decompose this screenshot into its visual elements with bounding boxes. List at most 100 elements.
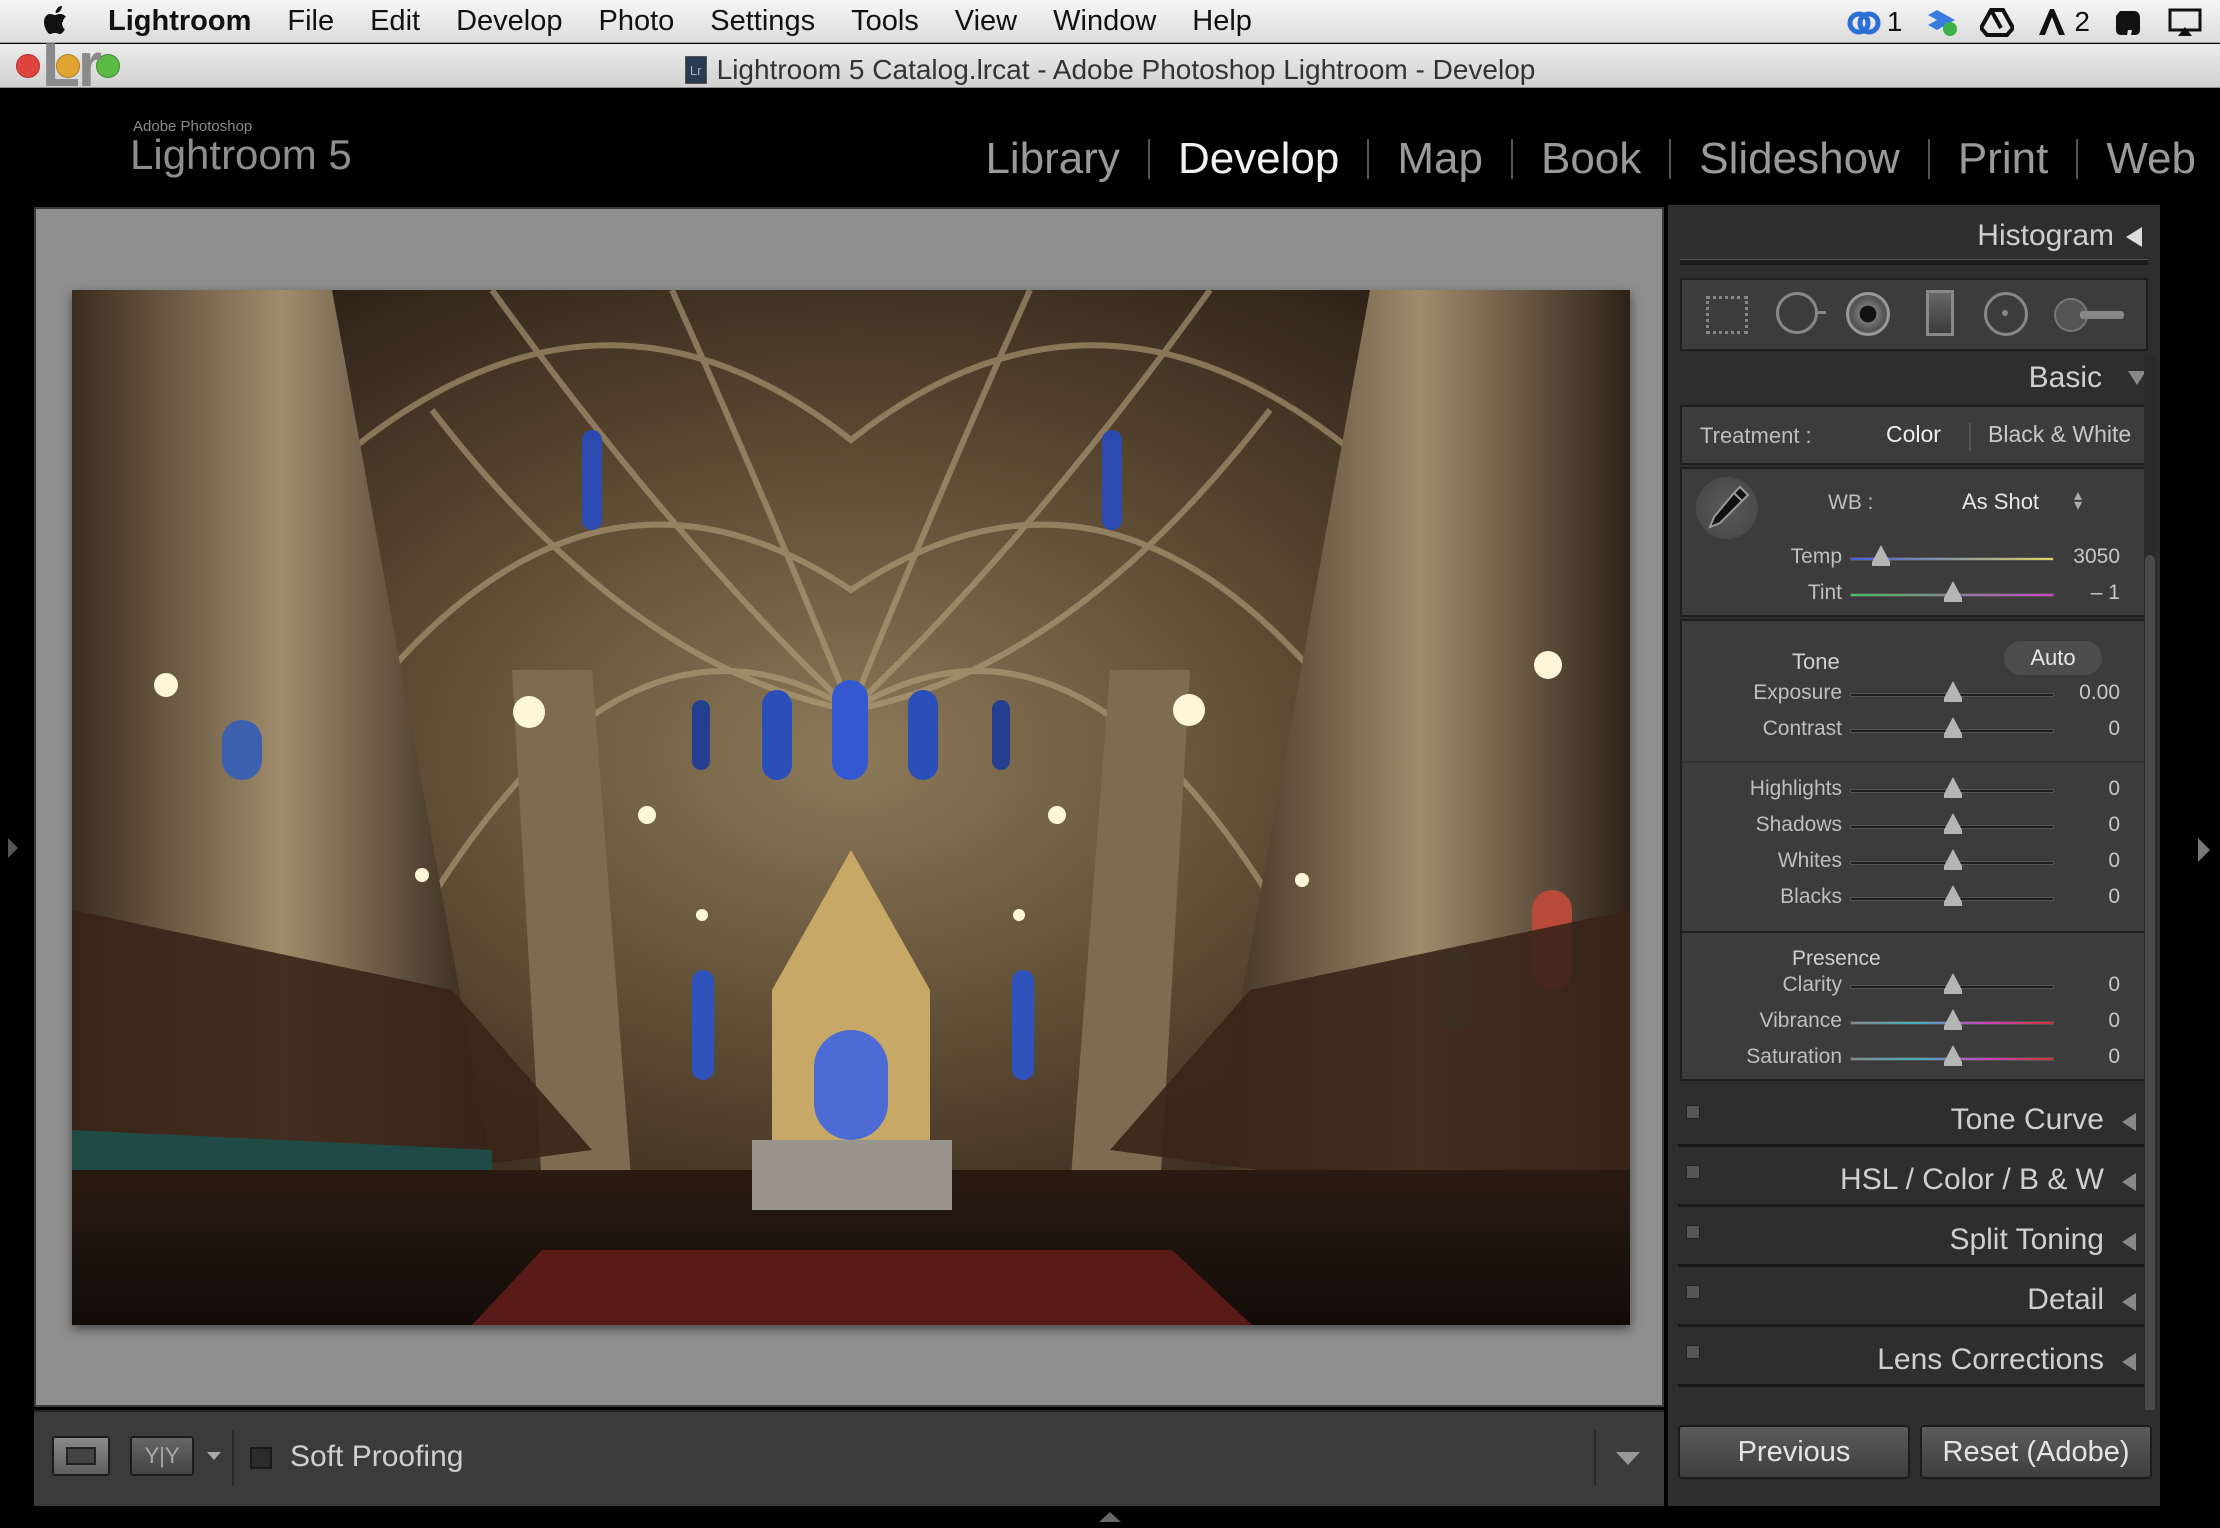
panel-toggle-switch[interactable] (1686, 1345, 1700, 1359)
exposure-value[interactable]: 0.00 (2040, 681, 2120, 705)
clarity-value[interactable]: 0 (2040, 973, 2120, 997)
contrast-slider[interactable] (1850, 717, 2054, 738)
shadows-slider-thumb[interactable] (1944, 813, 1962, 834)
vibrance-value[interactable]: 0 (2040, 1009, 2120, 1033)
panel-toggle-switch[interactable] (1686, 1225, 1700, 1239)
menu-help[interactable]: Help (1192, 5, 1252, 38)
toolbar-content-dropdown-icon[interactable] (1616, 1452, 1640, 1465)
dropbox-sync-icon[interactable] (1924, 7, 1958, 37)
airplay-icon[interactable] (2168, 7, 2202, 37)
menu-window[interactable]: Window (1053, 5, 1156, 38)
vibrance-slider[interactable] (1850, 1009, 2054, 1030)
menu-tools[interactable]: Tools (851, 5, 919, 38)
module-slideshow[interactable]: Slideshow (1671, 134, 1928, 184)
wb-eyedropper-icon[interactable] (1696, 477, 1758, 539)
highlights-slider[interactable] (1850, 777, 2054, 798)
wb-preset-select[interactable]: As Shot (1962, 489, 2039, 515)
before-after-view-button[interactable]: Y|Y (130, 1436, 194, 1476)
contrast-slider-thumb[interactable] (1944, 717, 1962, 738)
tone-auto-button[interactable]: Auto (2004, 641, 2102, 675)
menu-app[interactable]: Lightroom (108, 5, 251, 38)
temp-slider[interactable] (1850, 545, 2054, 566)
highlights-slider-thumb[interactable] (1944, 777, 1962, 798)
google-drive-icon[interactable] (1980, 7, 2015, 37)
graduated-filter-tool-icon[interactable] (1926, 290, 1954, 336)
hsl-panel-header[interactable]: HSL / Color / B & W (1678, 1155, 2148, 1207)
photo-preview[interactable] (72, 290, 1630, 1325)
menu-develop[interactable]: Develop (456, 5, 562, 38)
saturation-value[interactable]: 0 (2040, 1045, 2120, 1069)
exposure-slider-thumb[interactable] (1944, 681, 1962, 702)
panel-scrollbar[interactable] (2144, 355, 2156, 1495)
left-panel-toggle-icon[interactable] (8, 838, 18, 858)
panel-toggle-switch[interactable] (1686, 1285, 1700, 1299)
whites-value[interactable]: 0 (2040, 849, 2120, 873)
panel-scrollbar-thumb[interactable] (2145, 555, 2155, 1485)
menu-view[interactable]: View (955, 5, 1017, 38)
reset-button[interactable]: Reset (Adobe) (1920, 1425, 2152, 1479)
expand-icon[interactable] (2122, 1293, 2136, 1311)
adobe-app-icon[interactable]: 2 (2036, 6, 2090, 38)
vibrance-slider-thumb[interactable] (1944, 1009, 1962, 1030)
module-book[interactable]: Book (1513, 134, 1669, 184)
whites-slider-thumb[interactable] (1944, 849, 1962, 870)
tint-slider-thumb[interactable] (1944, 581, 1962, 602)
highlights-value[interactable]: 0 (2040, 777, 2120, 801)
menu-file[interactable]: File (287, 5, 334, 38)
lens-corrections-panel-header[interactable]: Lens Corrections (1678, 1335, 2148, 1387)
module-library[interactable]: Library (957, 134, 1148, 184)
expand-icon[interactable] (2122, 1173, 2136, 1191)
previous-button[interactable]: Previous (1678, 1425, 1910, 1479)
clarity-slider-thumb[interactable] (1944, 973, 1962, 994)
crop-tool-icon[interactable] (1706, 296, 1748, 334)
blacks-slider-thumb[interactable] (1944, 885, 1962, 906)
contrast-value[interactable]: 0 (2040, 717, 2120, 741)
temp-value[interactable]: 3050 (2040, 545, 2120, 569)
view-mode-dropdown-icon[interactable] (207, 1452, 221, 1460)
histogram-collapse-icon[interactable] (2126, 227, 2142, 247)
blacks-slider[interactable] (1850, 885, 2054, 906)
evernote-icon[interactable] (2112, 7, 2146, 37)
expand-icon[interactable] (2122, 1353, 2136, 1371)
module-develop[interactable]: Develop (1150, 134, 1367, 184)
saturation-slider[interactable] (1850, 1045, 2054, 1066)
module-web[interactable]: Web (2078, 134, 2196, 184)
right-panel-toggle-icon[interactable] (2198, 838, 2210, 862)
panel-toggle-switch[interactable] (1686, 1105, 1700, 1119)
treatment-bw-button[interactable]: Black & White (1988, 421, 2131, 448)
expand-icon[interactable] (2122, 1233, 2136, 1251)
soft-proofing-checkbox[interactable] (250, 1447, 272, 1469)
split-toning-panel-header[interactable]: Split Toning (1678, 1215, 2148, 1267)
tint-value[interactable]: – 1 (2040, 581, 2120, 605)
red-eye-tool-icon[interactable] (1846, 292, 1890, 336)
exposure-slider[interactable] (1850, 681, 2054, 702)
shadows-value[interactable]: 0 (2040, 813, 2120, 837)
module-map[interactable]: Map (1369, 134, 1511, 184)
close-window-button[interactable] (16, 54, 40, 78)
treatment-color-button[interactable]: Color (1886, 421, 1941, 448)
menu-photo[interactable]: Photo (598, 5, 674, 38)
detail-panel-header[interactable]: Detail (1678, 1275, 2148, 1327)
blacks-value[interactable]: 0 (2040, 885, 2120, 909)
histogram-header[interactable]: Histogram (1977, 219, 2114, 253)
module-print[interactable]: Print (1930, 134, 2076, 184)
spot-removal-tool-icon[interactable] (1776, 292, 1818, 334)
wb-select-arrows-icon[interactable]: ▴ ▾ (2074, 488, 2082, 514)
lens-corrections-title: Lens Corrections (1877, 1343, 2104, 1376)
tint-slider[interactable] (1850, 581, 2054, 602)
loupe-view-button[interactable] (52, 1436, 110, 1476)
adjustment-brush-tool-icon[interactable] (2054, 298, 2124, 332)
saturation-slider-thumb[interactable] (1944, 1045, 1962, 1066)
tone-curve-panel-header[interactable]: Tone Curve (1678, 1095, 2148, 1147)
panel-toggle-switch[interactable] (1686, 1165, 1700, 1179)
temp-slider-thumb[interactable] (1872, 545, 1890, 566)
menu-edit[interactable]: Edit (370, 5, 420, 38)
creative-cloud-icon[interactable]: 1 (1847, 6, 1902, 38)
shadows-slider[interactable] (1850, 813, 2054, 834)
clarity-slider[interactable] (1850, 973, 2054, 994)
expand-icon[interactable] (2122, 1113, 2136, 1131)
bottom-panel-toggle-icon[interactable] (1099, 1512, 1121, 1522)
whites-slider[interactable] (1850, 849, 2054, 870)
menu-settings[interactable]: Settings (710, 5, 815, 38)
basic-panel-header[interactable]: Basic (2029, 361, 2102, 395)
